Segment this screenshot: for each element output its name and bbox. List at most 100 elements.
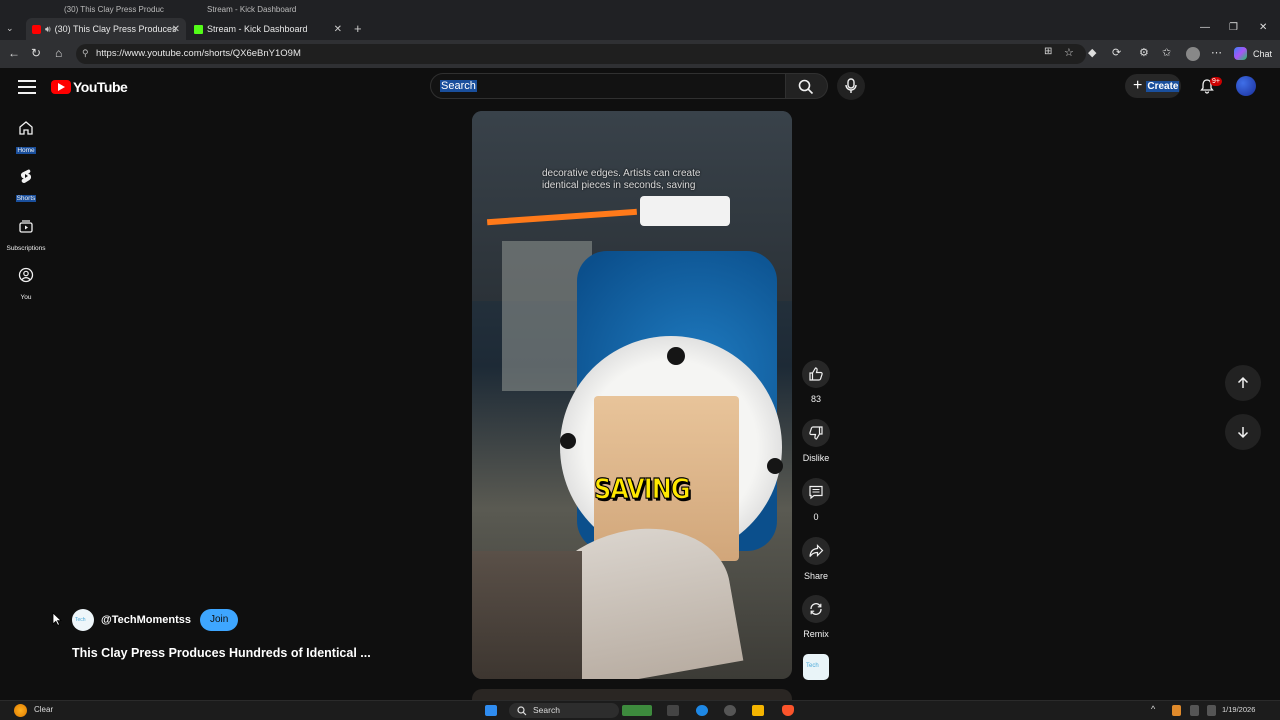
guide-item-you[interactable]: You <box>4 267 48 304</box>
search-icon <box>798 79 814 95</box>
taskbar-date[interactable]: 1/19/2026 <box>1222 705 1255 714</box>
refresh-extension-icon[interactable]: ⟳ <box>1112 46 1121 59</box>
channel-logo-mark: Tech <box>75 617 86 623</box>
mouse-cursor-icon <box>52 612 62 626</box>
caption-highlight-word: SAVING <box>594 472 692 506</box>
close-window-icon[interactable]: ✕ <box>1259 22 1267 33</box>
join-button[interactable]: Join <box>199 609 239 631</box>
guide-item-shorts[interactable]: Shorts <box>4 168 48 205</box>
next-short-button[interactable] <box>1225 414 1261 450</box>
guide-menu-icon[interactable] <box>18 80 36 94</box>
youtube-play-icon <box>51 80 71 94</box>
video-title[interactable]: This Clay Press Produces Hundreds of Ide… <box>72 646 371 660</box>
tab-list-chevron-icon[interactable]: ⌄ <box>6 23 14 34</box>
edge-icon[interactable] <box>696 705 708 716</box>
obs-icon[interactable] <box>724 705 736 716</box>
weather-moon-icon[interactable] <box>14 704 27 717</box>
speaker-icon[interactable]: 🔊︎ <box>45 24 51 35</box>
thumbs-down-icon <box>809 426 823 440</box>
volume-icon[interactable] <box>1207 705 1216 716</box>
weather-label[interactable]: Clear <box>34 705 53 714</box>
url-field[interactable]: ⚲ https://www.youtube.com/shorts/QX6eBnY… <box>76 44 1086 64</box>
next-short-preview <box>472 689 792 700</box>
background-tab-strip: (30) This Clay Press Produces Stream - K… <box>0 0 1280 20</box>
create-label: Create <box>1146 80 1180 92</box>
taskbar-search-label: Search <box>533 705 560 715</box>
tray-app-icon[interactable] <box>1172 705 1181 716</box>
remix-label: Remix <box>803 629 829 639</box>
taskbar: Clear Search ^ 1/19/2026 <box>0 700 1280 720</box>
app-available-icon[interactable]: ⊞ <box>1044 46 1052 57</box>
comments-button[interactable]: 0 <box>798 478 834 522</box>
floor <box>472 551 582 679</box>
guide-label: Home <box>16 147 36 154</box>
kick-favicon-icon <box>194 24 203 34</box>
bolt <box>767 458 783 474</box>
thumbs-up-icon <box>809 367 823 381</box>
subscriptions-icon <box>19 220 33 233</box>
channel-logo-mark: Tech <box>806 663 819 669</box>
channel-avatar[interactable]: Tech <box>72 609 94 631</box>
tab-kick[interactable]: Stream - Kick Dashboard ✕ <box>188 18 348 40</box>
new-tab-icon[interactable]: + <box>354 21 362 36</box>
like-button[interactable]: 83 <box>798 360 834 404</box>
brave-icon[interactable] <box>782 705 794 716</box>
task-view-icon[interactable] <box>667 705 679 716</box>
favorite-star-icon[interactable]: ☆ <box>1064 46 1074 59</box>
widgets-icon[interactable] <box>622 705 652 716</box>
share-label: Share <box>803 571 829 581</box>
tray-chevron-icon[interactable]: ^ <box>1151 704 1155 714</box>
comment-count: 0 <box>813 512 819 522</box>
search-button[interactable] <box>786 73 828 99</box>
copilot-chat-label[interactable]: Chat <box>1253 49 1272 59</box>
profile-icon[interactable] <box>1186 47 1200 61</box>
dislike-button[interactable]: Dislike <box>798 419 834 463</box>
favorites-icon[interactable]: ✩ <box>1162 46 1171 59</box>
guide-item-home[interactable]: Home <box>4 120 48 157</box>
more-menu-icon[interactable]: ⋯ <box>1211 46 1222 59</box>
dislike-label: Dislike <box>802 453 830 463</box>
comment-icon <box>809 485 823 500</box>
home-browser-icon[interactable]: ⌂ <box>55 46 62 60</box>
arrow-up-icon <box>1237 376 1249 388</box>
create-button[interactable]: + Create <box>1125 74 1181 98</box>
extensions-icon[interactable]: ⚙ <box>1139 46 1149 59</box>
back-icon[interactable]: ← <box>8 46 20 60</box>
remix-button[interactable]: Remix <box>798 595 834 639</box>
share-button[interactable]: Share <box>798 537 834 581</box>
reload-icon[interactable]: ↻ <box>31 46 41 60</box>
microphone-icon <box>845 78 857 93</box>
voice-search-button[interactable] <box>837 72 865 100</box>
like-count: 83 <box>810 394 821 404</box>
machine-hopper <box>640 196 730 226</box>
close-tab-icon[interactable]: ✕ <box>172 24 180 35</box>
site-info-icon[interactable]: ⚲ <box>82 48 89 59</box>
guide-label: Subscriptions <box>6 245 46 252</box>
guide-item-subscriptions[interactable]: Subscriptions <box>4 218 48 255</box>
guide-label: You <box>20 294 32 301</box>
restore-icon[interactable]: ❐ <box>1229 22 1238 33</box>
copilot-icon[interactable] <box>1234 47 1247 60</box>
caption-subtitle: decorative edges. Artists can create ide… <box>542 168 701 191</box>
tab-youtube[interactable]: 🔊︎ (30) This Clay Press Produces ✕ <box>26 18 186 40</box>
youtube-logo[interactable]: YouTube <box>51 79 128 95</box>
minimize-icon[interactable]: — <box>1200 22 1210 33</box>
channel-name[interactable]: @TechMomentss <box>101 614 191 626</box>
search-input[interactable]: Search <box>430 73 786 99</box>
bolt <box>560 433 576 449</box>
previous-short-button[interactable] <box>1225 365 1261 401</box>
home-icon <box>19 121 33 135</box>
youtube-favicon-icon <box>32 24 41 34</box>
network-icon[interactable] <box>1190 705 1199 716</box>
shorts-video-player[interactable]: decorative edges. Artists can create ide… <box>472 111 792 679</box>
windows-start-icon[interactable] <box>485 705 497 716</box>
close-tab-icon[interactable]: ✕ <box>334 24 342 35</box>
remix-icon <box>810 603 822 615</box>
taskbar-search[interactable]: Search <box>509 703 619 718</box>
channel-info: Tech @TechMomentss Join <box>72 609 239 631</box>
search-icon <box>517 706 527 716</box>
account-avatar[interactable] <box>1236 76 1256 96</box>
extension-diamond-icon[interactable]: ◆ <box>1088 46 1096 59</box>
sound-thumbnail[interactable]: Tech <box>803 654 829 680</box>
file-explorer-icon[interactable] <box>752 705 764 716</box>
